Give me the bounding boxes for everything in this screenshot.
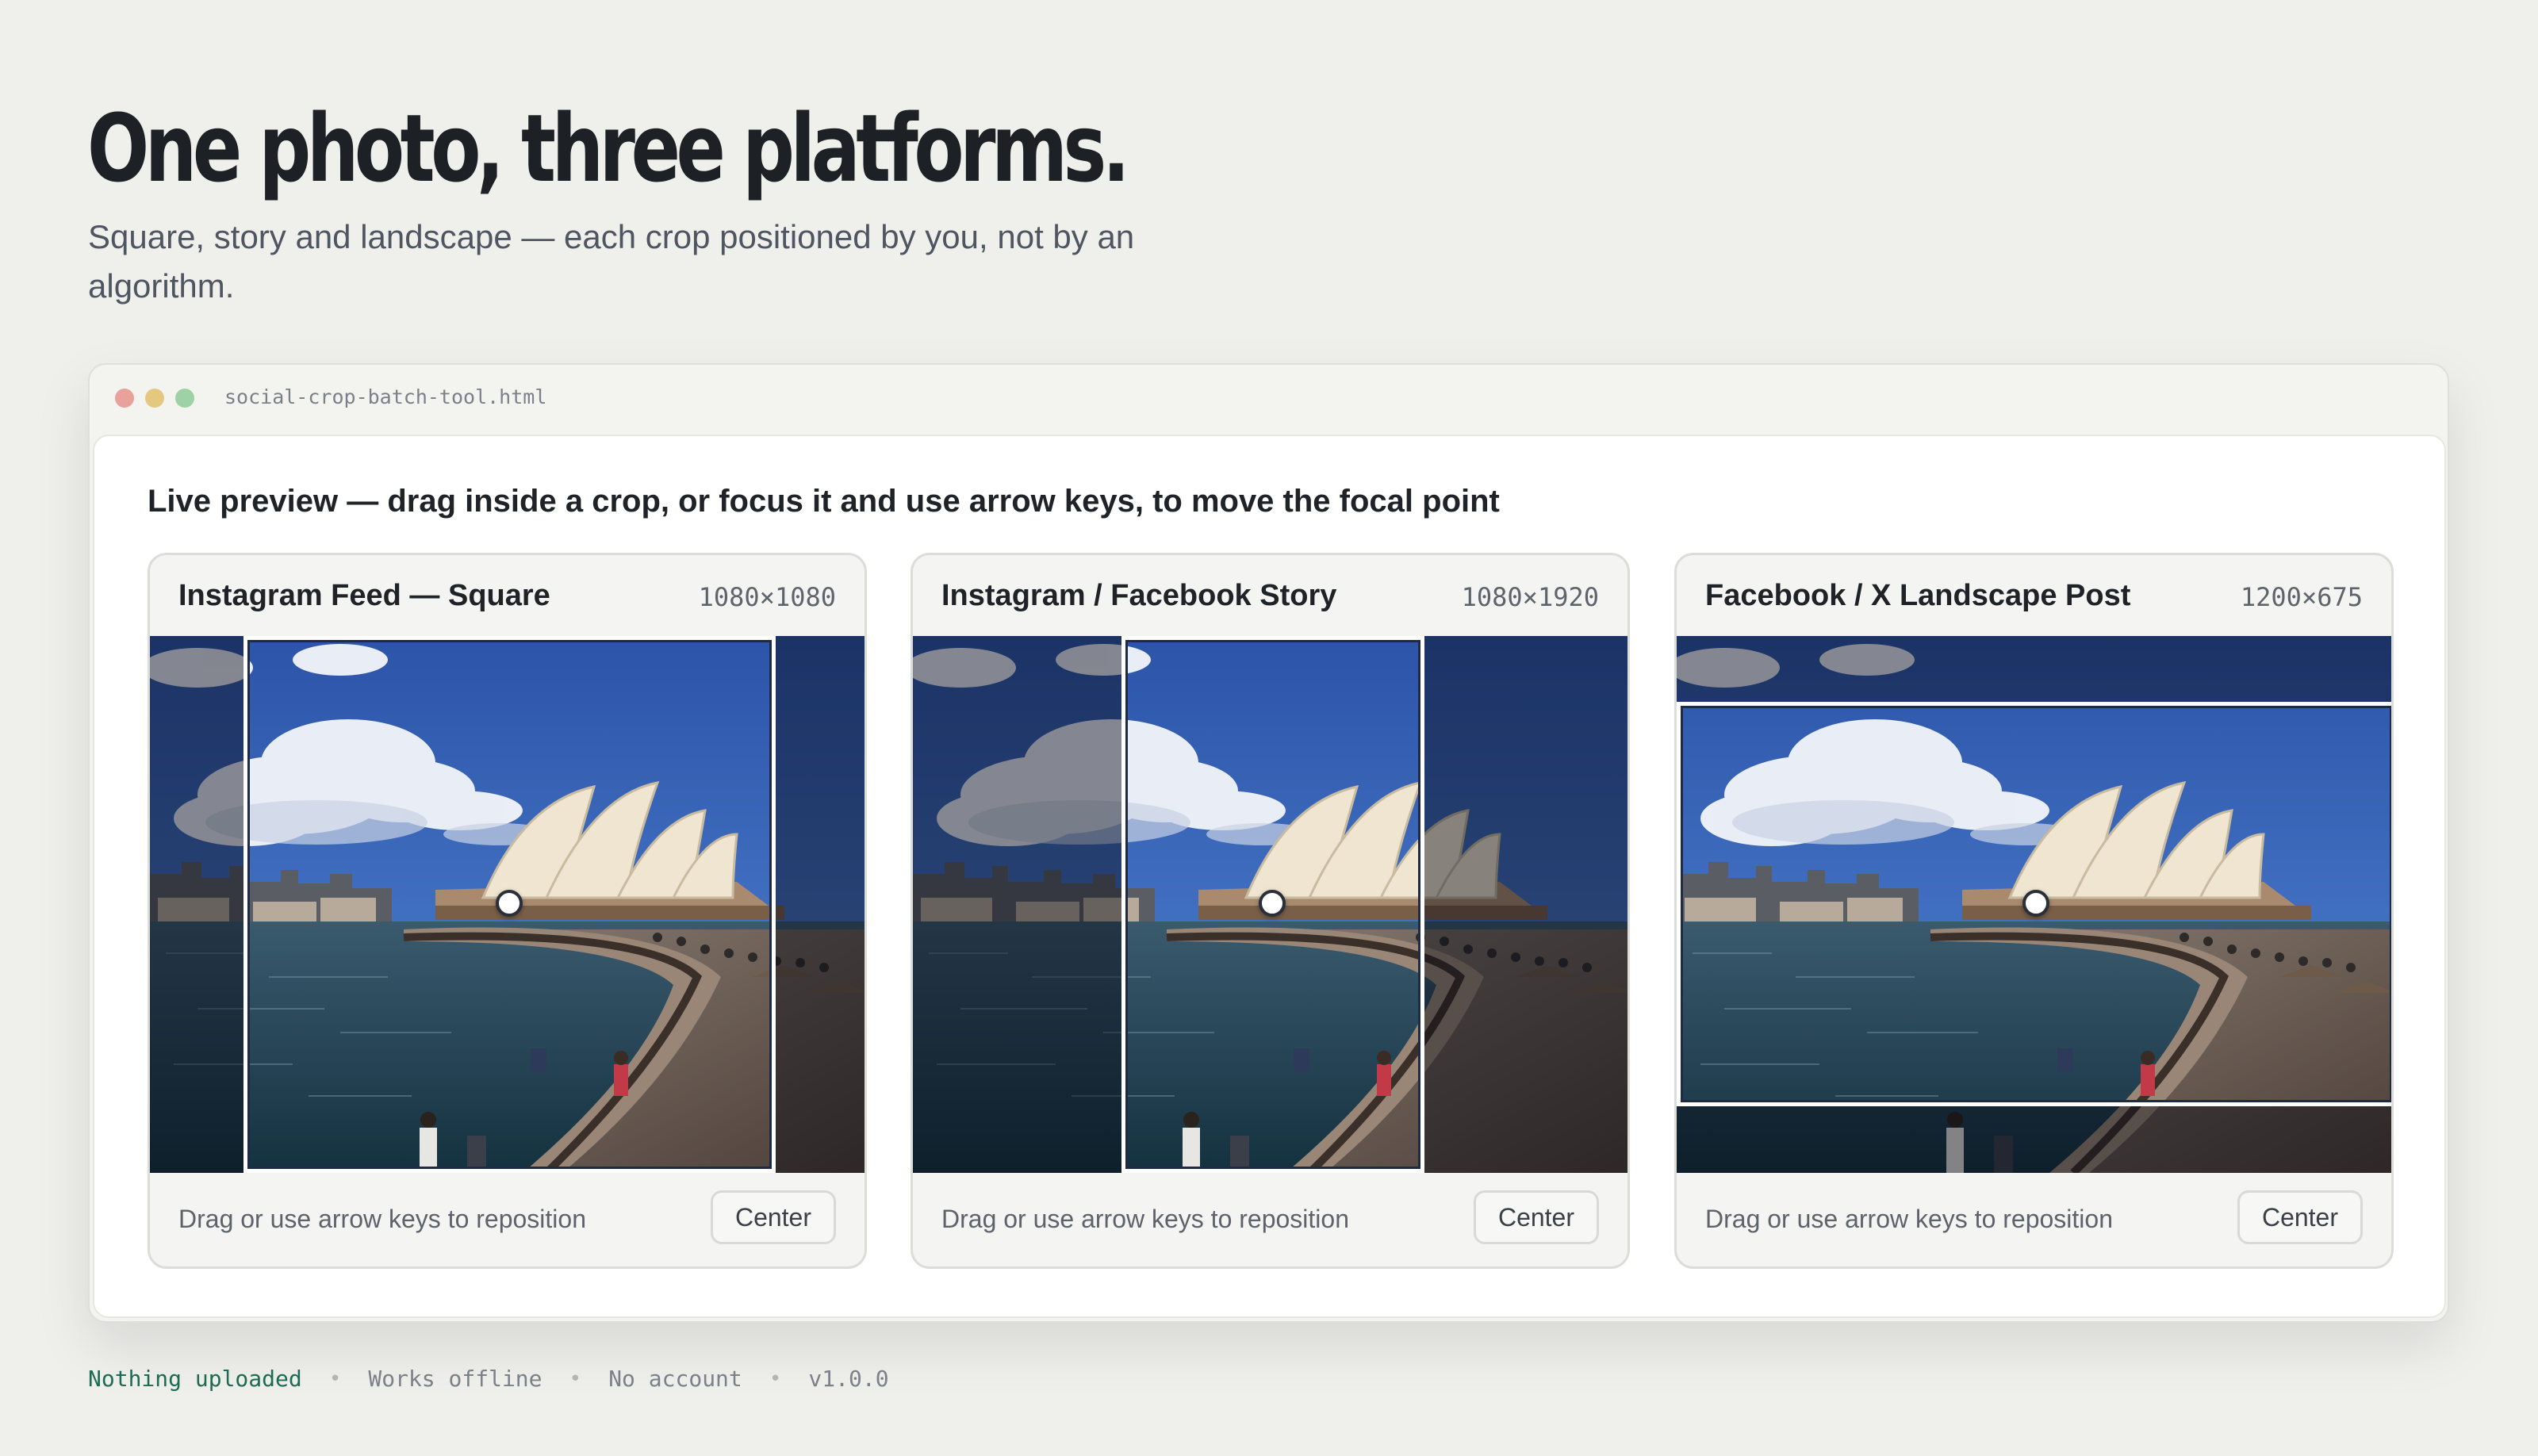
crop-mask-left (913, 636, 1121, 1173)
window-titlebar: social-crop-batch-tool.html (90, 365, 2448, 431)
crop-mask-right (776, 636, 865, 1173)
maximize-window-dot[interactable] (175, 389, 194, 408)
center-button[interactable]: Center (1473, 1190, 1599, 1244)
focal-point-handle[interactable] (2022, 890, 2049, 917)
crop-card-square: Instagram Feed — Square 1080×1080 Drag o… (148, 553, 867, 1269)
crop-card-story: Instagram / Facebook Story 1080×1920 Dra… (911, 553, 1630, 1269)
preview-panel: Live preview — drag inside a crop, or fo… (93, 435, 2446, 1318)
crop-stage-square[interactable] (150, 636, 865, 1173)
card-header: Facebook / X Landscape Post 1200×675 (1677, 555, 2391, 636)
privacy-status: Nothing uploaded (88, 1366, 302, 1392)
center-button[interactable]: Center (710, 1190, 836, 1244)
account-status: No account (608, 1366, 742, 1392)
card-footer: Drag or use arrow keys to reposition Cen… (1677, 1173, 2391, 1266)
status-footer: Nothing uploaded • Works offline • No ac… (88, 1366, 889, 1392)
card-header: Instagram / Facebook Story 1080×1920 (913, 555, 1627, 636)
reposition-hint: Drag or use arrow keys to reposition (178, 1205, 586, 1233)
close-window-dot[interactable] (115, 389, 134, 408)
card-title: Facebook / X Landscape Post (1705, 579, 2131, 612)
version-label: v1.0.0 (808, 1366, 889, 1392)
preview-heading: Live preview — drag inside a crop, or fo… (148, 484, 1500, 519)
browser-window: social-crop-batch-tool.html Live preview… (88, 363, 2449, 1323)
page-subtitle: Square, story and landscape — each crop … (88, 218, 1135, 305)
separator-dot: • (328, 1366, 342, 1391)
card-dimensions: 1080×1080 (698, 582, 836, 612)
page-title: One photo, three platforms. (87, 94, 1130, 203)
crop-mask-left (150, 636, 243, 1173)
separator-dot: • (569, 1366, 582, 1391)
crop-stage-story[interactable] (913, 636, 1627, 1173)
focal-point-handle[interactable] (496, 890, 523, 917)
crop-mask-bottom (1677, 1106, 2391, 1173)
crop-mask-right (1424, 636, 1627, 1173)
window-filename: social-crop-batch-tool.html (224, 385, 547, 408)
card-title: Instagram / Facebook Story (941, 579, 1337, 612)
card-dimensions: 1080×1920 (1461, 582, 1599, 612)
card-footer: Drag or use arrow keys to reposition Cen… (913, 1173, 1627, 1266)
crop-stage-landscape[interactable] (1677, 636, 2391, 1173)
card-dimensions: 1200×675 (2240, 582, 2363, 612)
center-button[interactable]: Center (2237, 1190, 2363, 1244)
crop-card-landscape: Facebook / X Landscape Post 1200×675 Dra… (1674, 553, 2394, 1269)
card-title: Instagram Feed — Square (178, 579, 550, 612)
reposition-hint: Drag or use arrow keys to reposition (941, 1205, 1349, 1233)
offline-status: Works offline (368, 1366, 542, 1392)
card-header: Instagram Feed — Square 1080×1080 (150, 555, 865, 636)
reposition-hint: Drag or use arrow keys to reposition (1705, 1205, 2113, 1233)
minimize-window-dot[interactable] (145, 389, 164, 408)
separator-dot: • (769, 1366, 782, 1391)
crop-mask-top (1677, 636, 2391, 702)
focal-point-handle[interactable] (1259, 890, 1286, 917)
card-footer: Drag or use arrow keys to reposition Cen… (150, 1173, 865, 1266)
